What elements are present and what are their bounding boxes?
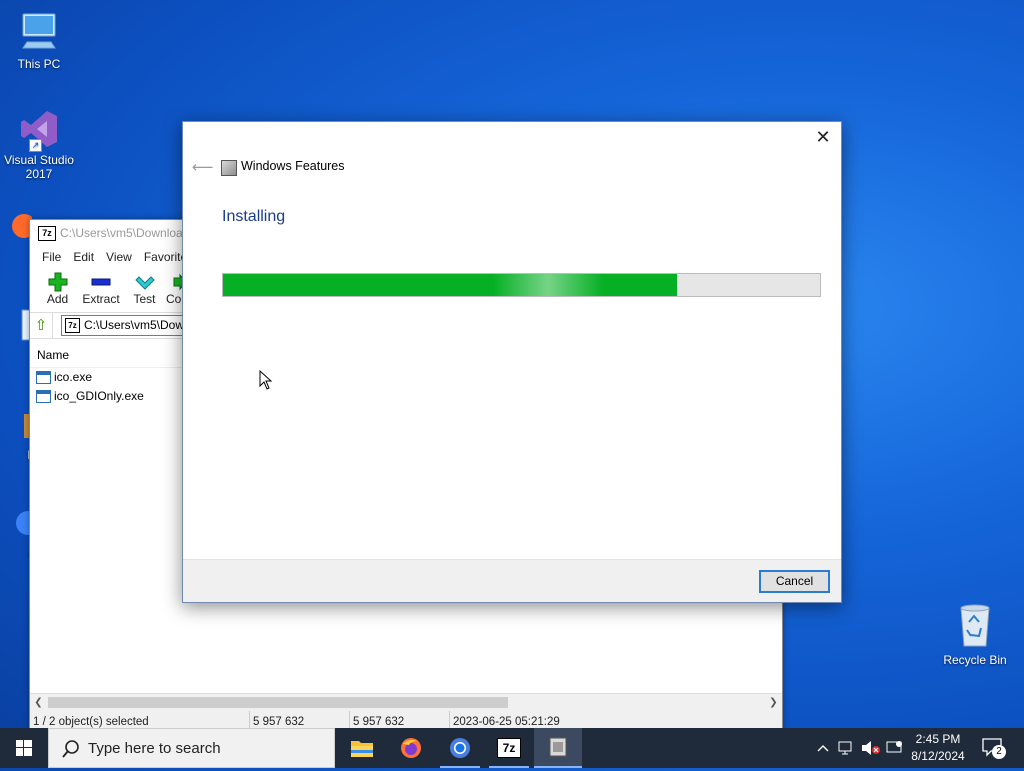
search-icon xyxy=(62,740,79,758)
firefox-icon xyxy=(401,738,421,758)
sevenzip-address-icon: 7z xyxy=(65,318,80,333)
chrome-icon xyxy=(450,738,470,758)
add-label: Add xyxy=(46,292,69,306)
cancel-button[interactable]: Cancel xyxy=(759,570,830,593)
file-explorer-icon xyxy=(351,741,373,757)
desktop-icon-label: This PC xyxy=(17,57,61,71)
windows-features-icon xyxy=(549,737,567,757)
shortcut-arrow-icon: ↗ xyxy=(29,139,42,152)
event-viewer-icon xyxy=(0,406,34,446)
start-button[interactable] xyxy=(0,728,48,768)
recycle-bin-icon xyxy=(937,602,1013,651)
windows-logo-icon xyxy=(16,740,32,756)
windows-features-dialog[interactable]: ✕ ⟵ Windows Features Installing Cancel xyxy=(182,121,842,603)
back-arrow-icon[interactable]: ⟵ xyxy=(192,158,214,176)
add-button[interactable]: Add xyxy=(36,268,79,312)
taskbar-chrome[interactable] xyxy=(436,728,484,768)
taskbar-windows-features[interactable] xyxy=(534,728,582,768)
taskbar-firefox[interactable] xyxy=(387,728,435,768)
plus-icon xyxy=(36,272,79,292)
file-name: ico_GDIOnly.exe xyxy=(54,389,144,403)
taskbar-search-box[interactable]: Type here to search xyxy=(48,728,335,768)
dialog-footer: Cancel xyxy=(183,559,841,602)
scrollbar-thumb[interactable] xyxy=(48,697,508,708)
progress-glow xyxy=(493,274,603,296)
exe-file-icon xyxy=(36,390,51,403)
chrome-shortcut-icon xyxy=(0,505,40,545)
tray-chevron-up-icon[interactable] xyxy=(812,728,834,768)
test-label: Test xyxy=(133,292,156,306)
app-icon xyxy=(0,206,36,246)
desktop-icon-label: Visual Studio 2017 xyxy=(4,153,74,181)
visual-studio-icon: ↗ xyxy=(17,107,61,152)
this-pc-icon xyxy=(1,8,77,55)
sevenzip-app-icon: 7z xyxy=(38,226,56,241)
up-folder-icon[interactable]: ⇧ xyxy=(30,313,53,338)
scroll-right-icon[interactable]: ❯ xyxy=(765,694,782,711)
clock-time: 2:45 PM xyxy=(915,732,961,746)
mouse-cursor-icon xyxy=(259,369,273,393)
progress-fill xyxy=(223,274,677,296)
test-button[interactable]: Test xyxy=(123,268,166,312)
file-name: ico.exe xyxy=(54,370,93,384)
desktop-icon-label: Recycle Bin xyxy=(943,653,1007,667)
notification-count-badge: 2 xyxy=(992,745,1006,759)
horizontal-scrollbar[interactable]: ❮ ❯ xyxy=(30,693,782,711)
desktop-icon-visual-studio[interactable]: ↗ Visual Studio 2017 xyxy=(1,107,77,181)
clock-date: 8/12/2024 xyxy=(911,749,965,763)
scroll-left-icon[interactable]: ❮ xyxy=(30,694,47,711)
volume-muted-icon[interactable] xyxy=(860,728,882,768)
sevenzip-title: C:\Users\vm5\Downloa xyxy=(60,226,183,240)
install-progress-bar xyxy=(222,273,821,297)
address-text: C:\Users\vm5\Dow xyxy=(84,318,185,332)
exe-file-icon xyxy=(36,371,51,384)
desktop-icon-recycle-bin[interactable]: Recycle Bin xyxy=(937,602,1013,667)
7zip-icon: 7z xyxy=(497,738,521,758)
menu-view[interactable]: View xyxy=(100,246,138,268)
notification-center-icon[interactable]: 2 xyxy=(982,738,1006,759)
search-placeholder: Type here to search xyxy=(88,740,221,757)
installing-heading: Installing xyxy=(222,208,286,225)
extract-label: Extract xyxy=(82,292,120,306)
menu-edit[interactable]: Edit xyxy=(67,246,100,268)
taskbar: Type here to search 7z 2:45 PM 8/12/2024… xyxy=(0,728,1024,768)
device-icon[interactable] xyxy=(884,728,906,768)
taskbar-file-explorer[interactable] xyxy=(338,728,386,768)
extract-button[interactable]: Extract xyxy=(79,268,123,312)
notepad-icon xyxy=(0,306,35,346)
windows-features-icon xyxy=(221,160,237,176)
dialog-title: Windows Features xyxy=(241,159,345,173)
menu-file[interactable]: File xyxy=(36,246,67,268)
close-icon[interactable]: ✕ xyxy=(811,126,835,148)
desktop-icon-this-pc[interactable]: This PC xyxy=(1,8,77,71)
taskbar-7zip[interactable]: 7z xyxy=(485,728,533,768)
checkmark-icon xyxy=(123,272,166,292)
taskbar-clock[interactable]: 2:45 PM 8/12/2024 xyxy=(906,731,970,765)
minus-icon xyxy=(79,272,123,292)
network-icon[interactable] xyxy=(836,728,858,768)
